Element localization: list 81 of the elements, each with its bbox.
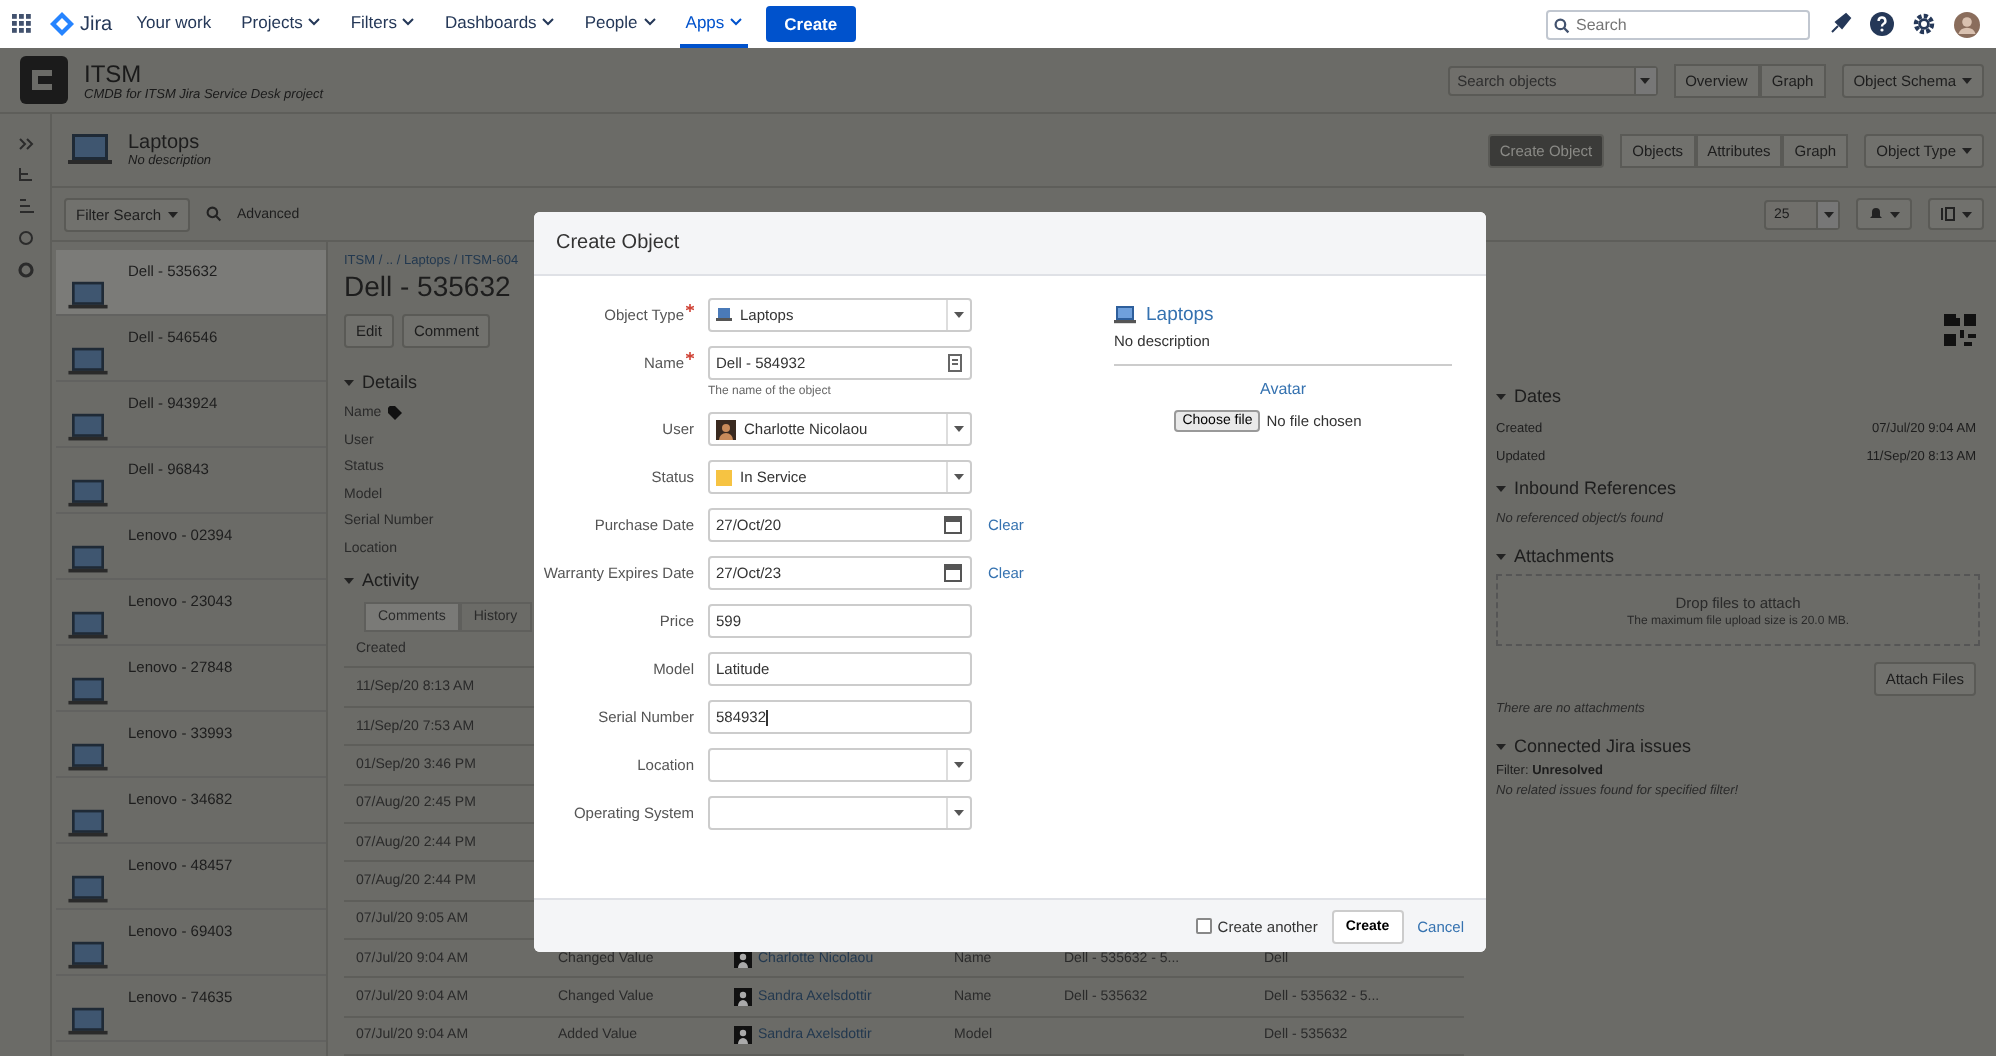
object-title: Dell - 535632 (344, 270, 511, 302)
caret-icon (954, 312, 964, 318)
caret-icon (1823, 211, 1833, 217)
double-chevron-icon[interactable] (17, 138, 33, 150)
dialog-title: Create Object (556, 232, 680, 254)
columns-icon (1940, 206, 1956, 222)
section-heading: Dates (1514, 386, 1562, 406)
laptop-icon (1114, 306, 1136, 324)
section-heading: Activity (362, 570, 420, 591)
bell-icon (1868, 206, 1884, 222)
laptop-icon (68, 280, 108, 312)
watch-menu-button[interactable] (1856, 198, 1912, 230)
caret-icon (1640, 77, 1651, 83)
caret-icon (1962, 147, 1972, 153)
search-icon[interactable] (205, 206, 222, 222)
laptop-icon (716, 308, 732, 322)
user-avatar-icon (734, 1026, 752, 1045)
caret-icon[interactable] (1496, 553, 1506, 559)
diamond-logo-icon (50, 12, 74, 36)
sort-icon[interactable] (17, 198, 33, 214)
caret-icon[interactable] (344, 577, 354, 584)
qr-code-icon[interactable] (1944, 314, 1976, 346)
laptop-icon (68, 874, 108, 906)
caret-icon (1962, 77, 1972, 83)
user-avatar-icon (716, 419, 736, 439)
nav-menu-item[interactable]: Your work (130, 0, 218, 48)
search-icon (1554, 17, 1570, 33)
caret-icon[interactable] (1496, 743, 1506, 749)
app-grid-icon[interactable] (12, 14, 32, 34)
rocket-icon[interactable] (1828, 12, 1852, 36)
caret-icon (954, 474, 964, 480)
laptop-icon (68, 132, 112, 168)
settings-icon[interactable] (1912, 12, 1936, 36)
nav-menu-item[interactable]: Projects (235, 0, 327, 48)
calendar-icon[interactable] (944, 516, 962, 534)
section-heading: Attachments (1514, 546, 1615, 566)
avatar-label: Avatar (1258, 380, 1308, 398)
caret-icon (1962, 211, 1972, 217)
help-icon[interactable] (1870, 12, 1894, 36)
section-heading: Connected Jira issues (1514, 736, 1692, 756)
caret-icon (167, 211, 178, 217)
caret-icon (954, 426, 964, 432)
laptop-icon (68, 676, 108, 708)
object-type-title: Laptops (128, 132, 202, 154)
user-avatar-icon[interactable] (1954, 11, 1980, 37)
caret-icon (954, 762, 964, 768)
caret-icon (1890, 211, 1900, 217)
dropdown-toggle[interactable] (1633, 67, 1656, 93)
project-logo-icon (20, 56, 68, 104)
hierarchy-icon[interactable] (17, 166, 33, 182)
laptop-icon (68, 742, 108, 774)
caret-icon[interactable] (1496, 485, 1506, 491)
caret-icon[interactable] (344, 379, 354, 385)
object-type-link[interactable]: Laptops (1146, 304, 1214, 326)
search-field[interactable]: Search (1546, 9, 1810, 39)
laptop-icon (68, 808, 108, 840)
calendar-icon[interactable] (944, 564, 962, 582)
section-heading: Details (362, 372, 418, 392)
circle-icon[interactable] (17, 230, 33, 246)
laptop-icon (68, 544, 108, 576)
laptop-icon (68, 940, 108, 972)
product-name[interactable]: Jira (80, 13, 113, 35)
section-heading: Inbound References (1514, 478, 1677, 498)
laptop-icon (68, 1006, 108, 1038)
laptop-icon (68, 610, 108, 642)
project-title: ITSM (84, 59, 144, 87)
columns-menu-button[interactable] (1928, 198, 1984, 230)
checkbox[interactable] (1195, 918, 1212, 934)
select-field[interactable] (708, 796, 972, 830)
user-avatar-icon (734, 987, 752, 1006)
create-button[interactable]: Create (766, 6, 856, 42)
nav-menu-item[interactable]: People (578, 0, 662, 48)
nav-menu-item[interactable]: Dashboards (438, 0, 561, 48)
laptop-icon (68, 478, 108, 510)
select-field[interactable] (708, 748, 972, 782)
card-icon (948, 354, 962, 372)
nav-menu-item[interactable]: Filters (344, 0, 421, 48)
caret-icon (954, 810, 964, 816)
caret-icon[interactable] (1496, 393, 1506, 399)
laptop-icon (68, 412, 108, 444)
laptop-icon (68, 346, 108, 378)
